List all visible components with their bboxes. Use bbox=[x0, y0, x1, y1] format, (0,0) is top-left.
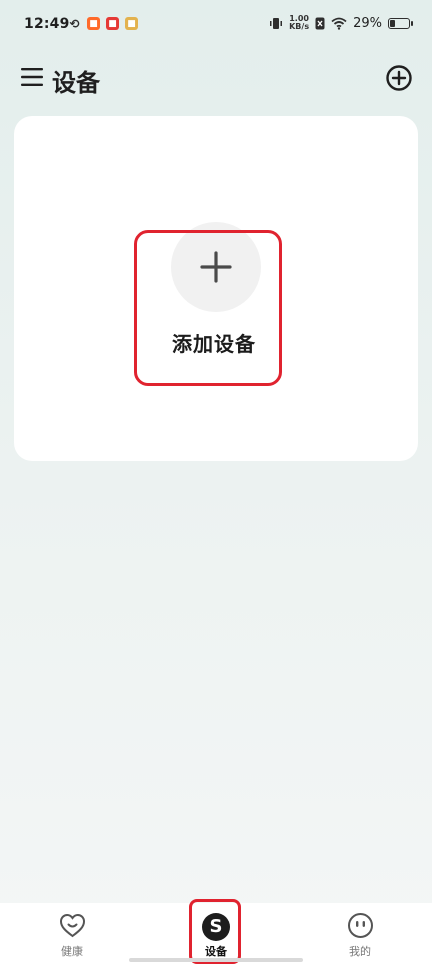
vibrate-icon bbox=[270, 17, 283, 29]
wifi-icon bbox=[331, 17, 347, 30]
app-red-icon: ■ bbox=[106, 17, 119, 30]
menu-icon[interactable] bbox=[21, 68, 43, 86]
nav-item-health[interactable]: 健康 bbox=[22, 903, 122, 964]
nav-item-device[interactable]: S 设备 bbox=[166, 903, 266, 964]
page-title: 设备 bbox=[52, 69, 100, 97]
add-device-button[interactable] bbox=[134, 230, 282, 386]
heart-smile-icon bbox=[59, 913, 86, 938]
battery-fill bbox=[390, 19, 395, 27]
app-header: 设备 bbox=[0, 52, 432, 108]
home-indicator[interactable] bbox=[129, 958, 303, 962]
network-speed: 1.00 KB/s bbox=[289, 15, 309, 31]
nav-item-me[interactable]: 我的 bbox=[310, 903, 410, 964]
status-bar: 12:49 ⟲ ■ ■ ■ 1.00 KB/s 29% bbox=[0, 0, 432, 52]
battery-icon bbox=[388, 17, 413, 29]
bottom-nav: 健康 S 设备 我的 bbox=[0, 903, 432, 964]
network-speed-unit: KB/s bbox=[289, 22, 310, 31]
nav-label-me: 我的 bbox=[349, 945, 371, 958]
app-leaf-icon: ⟲ bbox=[69, 16, 80, 31]
add-circle-icon[interactable] bbox=[386, 65, 412, 91]
device-s-icon: S bbox=[202, 913, 230, 941]
no-sim-icon bbox=[315, 17, 325, 29]
app-orange-icon: ■ bbox=[87, 17, 100, 30]
battery-percent: 29% bbox=[353, 15, 382, 31]
face-icon bbox=[348, 913, 373, 938]
status-right: 1.00 KB/s 29% bbox=[269, 15, 413, 31]
app-gold-icon: ■ bbox=[125, 17, 138, 30]
status-time: 12:49 bbox=[24, 16, 70, 32]
nav-label-health: 健康 bbox=[61, 945, 83, 958]
nav-label-device: 设备 bbox=[205, 945, 227, 958]
notification-icons: ⟲ ■ ■ ■ bbox=[68, 16, 138, 31]
